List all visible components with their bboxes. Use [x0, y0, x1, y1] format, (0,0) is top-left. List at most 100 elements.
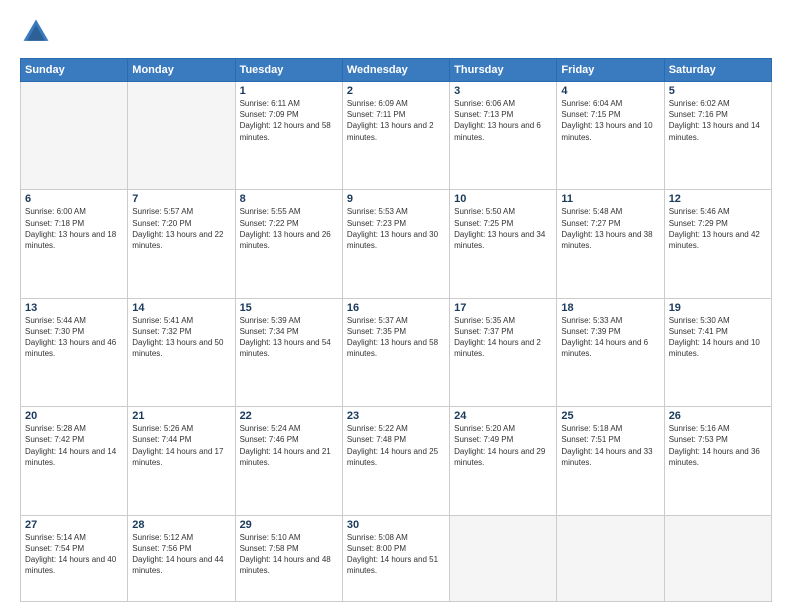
- day-info: Sunrise: 5:37 AM Sunset: 7:35 PM Dayligh…: [347, 315, 445, 360]
- day-cell: 12Sunrise: 5:46 AM Sunset: 7:29 PM Dayli…: [664, 190, 771, 298]
- day-number: 29: [240, 519, 338, 531]
- day-cell: 9Sunrise: 5:53 AM Sunset: 7:23 PM Daylig…: [342, 190, 449, 298]
- day-number: 5: [669, 85, 767, 97]
- day-number: 28: [132, 519, 230, 531]
- day-cell: 24Sunrise: 5:20 AM Sunset: 7:49 PM Dayli…: [450, 407, 557, 515]
- day-number: 11: [561, 193, 659, 205]
- day-info: Sunrise: 5:53 AM Sunset: 7:23 PM Dayligh…: [347, 206, 445, 251]
- day-info: Sunrise: 5:33 AM Sunset: 7:39 PM Dayligh…: [561, 315, 659, 360]
- day-cell: 13Sunrise: 5:44 AM Sunset: 7:30 PM Dayli…: [21, 298, 128, 406]
- day-info: Sunrise: 5:50 AM Sunset: 7:25 PM Dayligh…: [454, 206, 552, 251]
- day-info: Sunrise: 5:28 AM Sunset: 7:42 PM Dayligh…: [25, 423, 123, 468]
- day-info: Sunrise: 5:22 AM Sunset: 7:48 PM Dayligh…: [347, 423, 445, 468]
- day-number: 9: [347, 193, 445, 205]
- day-cell: [128, 82, 235, 190]
- day-number: 25: [561, 410, 659, 422]
- day-cell: 28Sunrise: 5:12 AM Sunset: 7:56 PM Dayli…: [128, 515, 235, 601]
- day-number: 27: [25, 519, 123, 531]
- week-row-4: 20Sunrise: 5:28 AM Sunset: 7:42 PM Dayli…: [21, 407, 772, 515]
- day-cell: 22Sunrise: 5:24 AM Sunset: 7:46 PM Dayli…: [235, 407, 342, 515]
- week-row-3: 13Sunrise: 5:44 AM Sunset: 7:30 PM Dayli…: [21, 298, 772, 406]
- day-info: Sunrise: 6:02 AM Sunset: 7:16 PM Dayligh…: [669, 98, 767, 143]
- day-info: Sunrise: 5:24 AM Sunset: 7:46 PM Dayligh…: [240, 423, 338, 468]
- day-number: 14: [132, 302, 230, 314]
- day-cell: 2Sunrise: 6:09 AM Sunset: 7:11 PM Daylig…: [342, 82, 449, 190]
- day-number: 12: [669, 193, 767, 205]
- day-info: Sunrise: 5:55 AM Sunset: 7:22 PM Dayligh…: [240, 206, 338, 251]
- weekday-header-row: SundayMondayTuesdayWednesdayThursdayFrid…: [21, 59, 772, 82]
- week-row-2: 6Sunrise: 6:00 AM Sunset: 7:18 PM Daylig…: [21, 190, 772, 298]
- weekday-header-tuesday: Tuesday: [235, 59, 342, 82]
- day-cell: 5Sunrise: 6:02 AM Sunset: 7:16 PM Daylig…: [664, 82, 771, 190]
- day-number: 3: [454, 85, 552, 97]
- day-info: Sunrise: 6:00 AM Sunset: 7:18 PM Dayligh…: [25, 206, 123, 251]
- day-cell: 19Sunrise: 5:30 AM Sunset: 7:41 PM Dayli…: [664, 298, 771, 406]
- day-info: Sunrise: 5:57 AM Sunset: 7:20 PM Dayligh…: [132, 206, 230, 251]
- day-cell: 27Sunrise: 5:14 AM Sunset: 7:54 PM Dayli…: [21, 515, 128, 601]
- day-cell: [450, 515, 557, 601]
- day-cell: 26Sunrise: 5:16 AM Sunset: 7:53 PM Dayli…: [664, 407, 771, 515]
- day-info: Sunrise: 5:16 AM Sunset: 7:53 PM Dayligh…: [669, 423, 767, 468]
- day-number: 16: [347, 302, 445, 314]
- day-cell: 18Sunrise: 5:33 AM Sunset: 7:39 PM Dayli…: [557, 298, 664, 406]
- day-number: 1: [240, 85, 338, 97]
- day-number: 20: [25, 410, 123, 422]
- day-cell: 6Sunrise: 6:00 AM Sunset: 7:18 PM Daylig…: [21, 190, 128, 298]
- day-cell: 1Sunrise: 6:11 AM Sunset: 7:09 PM Daylig…: [235, 82, 342, 190]
- day-cell: 16Sunrise: 5:37 AM Sunset: 7:35 PM Dayli…: [342, 298, 449, 406]
- day-info: Sunrise: 5:20 AM Sunset: 7:49 PM Dayligh…: [454, 423, 552, 468]
- day-info: Sunrise: 5:46 AM Sunset: 7:29 PM Dayligh…: [669, 206, 767, 251]
- day-info: Sunrise: 6:04 AM Sunset: 7:15 PM Dayligh…: [561, 98, 659, 143]
- day-cell: 30Sunrise: 5:08 AM Sunset: 8:00 PM Dayli…: [342, 515, 449, 601]
- week-row-5: 27Sunrise: 5:14 AM Sunset: 7:54 PM Dayli…: [21, 515, 772, 601]
- day-cell: 23Sunrise: 5:22 AM Sunset: 7:48 PM Dayli…: [342, 407, 449, 515]
- weekday-header-sunday: Sunday: [21, 59, 128, 82]
- calendar-table: SundayMondayTuesdayWednesdayThursdayFrid…: [20, 58, 772, 602]
- day-cell: 10Sunrise: 5:50 AM Sunset: 7:25 PM Dayli…: [450, 190, 557, 298]
- logo: [20, 16, 56, 48]
- day-cell: 8Sunrise: 5:55 AM Sunset: 7:22 PM Daylig…: [235, 190, 342, 298]
- weekday-header-saturday: Saturday: [664, 59, 771, 82]
- day-number: 15: [240, 302, 338, 314]
- day-cell: [664, 515, 771, 601]
- day-info: Sunrise: 5:39 AM Sunset: 7:34 PM Dayligh…: [240, 315, 338, 360]
- day-number: 10: [454, 193, 552, 205]
- day-cell: 20Sunrise: 5:28 AM Sunset: 7:42 PM Dayli…: [21, 407, 128, 515]
- day-number: 2: [347, 85, 445, 97]
- day-cell: 7Sunrise: 5:57 AM Sunset: 7:20 PM Daylig…: [128, 190, 235, 298]
- day-number: 18: [561, 302, 659, 314]
- day-number: 23: [347, 410, 445, 422]
- day-info: Sunrise: 5:41 AM Sunset: 7:32 PM Dayligh…: [132, 315, 230, 360]
- day-info: Sunrise: 5:35 AM Sunset: 7:37 PM Dayligh…: [454, 315, 552, 360]
- day-number: 17: [454, 302, 552, 314]
- page: SundayMondayTuesdayWednesdayThursdayFrid…: [0, 0, 792, 612]
- day-cell: 11Sunrise: 5:48 AM Sunset: 7:27 PM Dayli…: [557, 190, 664, 298]
- day-cell: [557, 515, 664, 601]
- day-number: 21: [132, 410, 230, 422]
- day-cell: 4Sunrise: 6:04 AM Sunset: 7:15 PM Daylig…: [557, 82, 664, 190]
- header: [20, 16, 772, 48]
- day-cell: [21, 82, 128, 190]
- day-info: Sunrise: 5:14 AM Sunset: 7:54 PM Dayligh…: [25, 532, 123, 577]
- day-cell: 25Sunrise: 5:18 AM Sunset: 7:51 PM Dayli…: [557, 407, 664, 515]
- day-info: Sunrise: 5:08 AM Sunset: 8:00 PM Dayligh…: [347, 532, 445, 577]
- day-number: 24: [454, 410, 552, 422]
- logo-icon: [20, 16, 52, 48]
- weekday-header-friday: Friday: [557, 59, 664, 82]
- weekday-header-thursday: Thursday: [450, 59, 557, 82]
- day-cell: 3Sunrise: 6:06 AM Sunset: 7:13 PM Daylig…: [450, 82, 557, 190]
- day-number: 6: [25, 193, 123, 205]
- day-info: Sunrise: 5:18 AM Sunset: 7:51 PM Dayligh…: [561, 423, 659, 468]
- day-cell: 29Sunrise: 5:10 AM Sunset: 7:58 PM Dayli…: [235, 515, 342, 601]
- day-cell: 15Sunrise: 5:39 AM Sunset: 7:34 PM Dayli…: [235, 298, 342, 406]
- day-number: 8: [240, 193, 338, 205]
- day-info: Sunrise: 5:26 AM Sunset: 7:44 PM Dayligh…: [132, 423, 230, 468]
- day-info: Sunrise: 5:10 AM Sunset: 7:58 PM Dayligh…: [240, 532, 338, 577]
- day-number: 22: [240, 410, 338, 422]
- day-cell: 21Sunrise: 5:26 AM Sunset: 7:44 PM Dayli…: [128, 407, 235, 515]
- day-number: 26: [669, 410, 767, 422]
- day-number: 13: [25, 302, 123, 314]
- day-info: Sunrise: 6:11 AM Sunset: 7:09 PM Dayligh…: [240, 98, 338, 143]
- day-number: 7: [132, 193, 230, 205]
- day-info: Sunrise: 6:09 AM Sunset: 7:11 PM Dayligh…: [347, 98, 445, 143]
